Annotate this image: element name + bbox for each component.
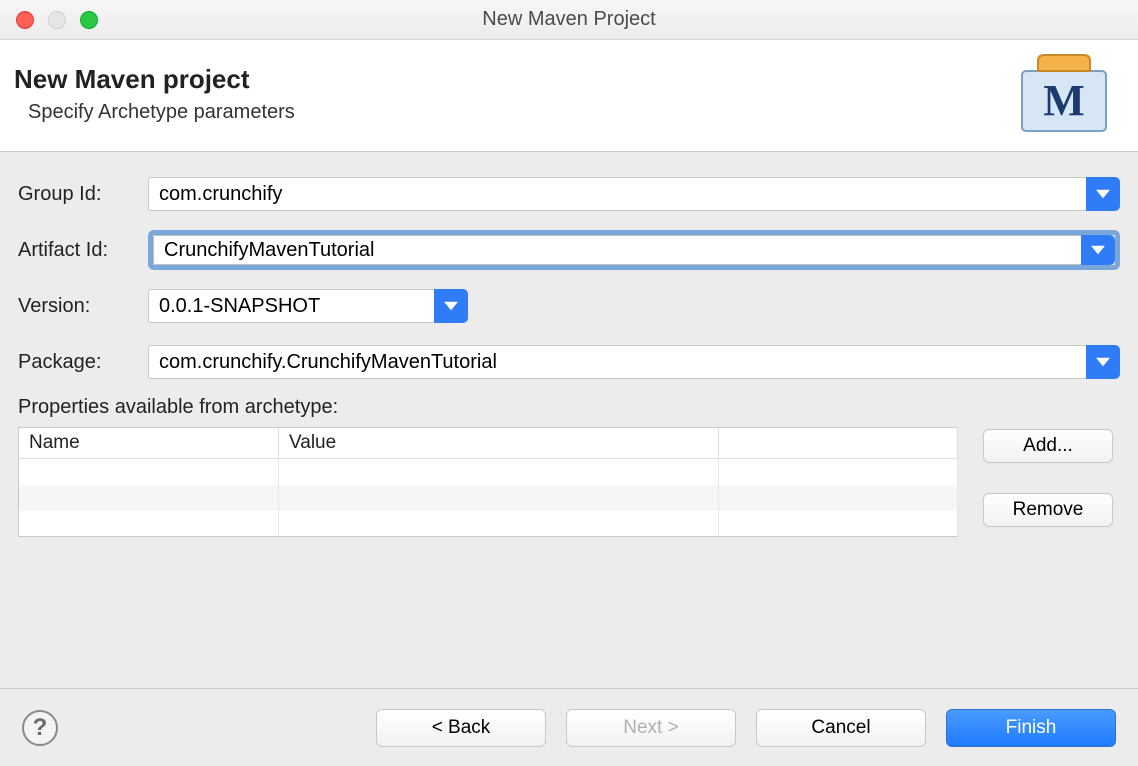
col-name[interactable]: Name (19, 428, 279, 459)
wizard-form: Group Id: Artifact Id: Version: Package: (0, 152, 1138, 667)
add-property-button[interactable]: Add... (983, 429, 1113, 463)
artifact-id-dropdown-button[interactable] (1081, 235, 1115, 265)
col-spacer (719, 428, 958, 459)
maven-icon: M (1018, 53, 1110, 135)
wizard-heading: New Maven project (14, 64, 295, 95)
row-version: Version: (18, 284, 1120, 328)
wizard-subheading: Specify Archetype parameters (28, 101, 295, 124)
properties-section-label: Properties available from archetype: (18, 396, 1120, 419)
cancel-button[interactable]: Cancel (756, 709, 926, 747)
version-label: Version: (18, 295, 148, 318)
version-input[interactable] (148, 289, 434, 323)
properties-table[interactable]: Name Value (18, 427, 958, 537)
group-id-label: Group Id: (18, 183, 148, 206)
group-id-dropdown-button[interactable] (1086, 177, 1120, 211)
table-header-row: Name Value (19, 428, 958, 459)
titlebar: New Maven Project (0, 0, 1138, 40)
chevron-down-icon (1091, 243, 1105, 257)
table-row[interactable] (19, 485, 958, 511)
next-button: Next > (566, 709, 736, 747)
col-value[interactable]: Value (279, 428, 719, 459)
chevron-down-icon (444, 299, 458, 313)
row-artifact-id: Artifact Id: (18, 228, 1120, 272)
artifact-id-label: Artifact Id: (18, 239, 148, 262)
package-combo (148, 345, 1120, 379)
chevron-down-icon (1096, 355, 1110, 369)
svg-text:M: M (1043, 76, 1085, 125)
properties-section: Name Value Add... Remove (18, 427, 1120, 537)
back-button[interactable]: < Back (376, 709, 546, 747)
wizard-footer: ? < Back Next > Cancel Finish (0, 688, 1138, 766)
row-group-id: Group Id: (18, 172, 1120, 216)
help-icon: ? (33, 714, 48, 742)
group-id-combo (148, 177, 1120, 211)
finish-button[interactable]: Finish (946, 709, 1116, 747)
wizard-banner: New Maven project Specify Archetype para… (0, 40, 1138, 152)
row-package: Package: (18, 340, 1120, 384)
properties-side-buttons: Add... Remove (983, 429, 1113, 527)
remove-property-button[interactable]: Remove (983, 493, 1113, 527)
group-id-input[interactable] (148, 177, 1086, 211)
package-label: Package: (18, 351, 148, 374)
table-row[interactable] (19, 511, 958, 537)
artifact-id-combo (148, 230, 1120, 270)
help-button[interactable]: ? (22, 710, 58, 746)
table-row[interactable] (19, 459, 958, 485)
artifact-id-input[interactable] (153, 235, 1081, 265)
window-title: New Maven Project (0, 8, 1138, 31)
version-dropdown-button[interactable] (434, 289, 468, 323)
chevron-down-icon (1096, 187, 1110, 201)
package-dropdown-button[interactable] (1086, 345, 1120, 379)
package-input[interactable] (148, 345, 1086, 379)
version-combo (148, 289, 468, 323)
